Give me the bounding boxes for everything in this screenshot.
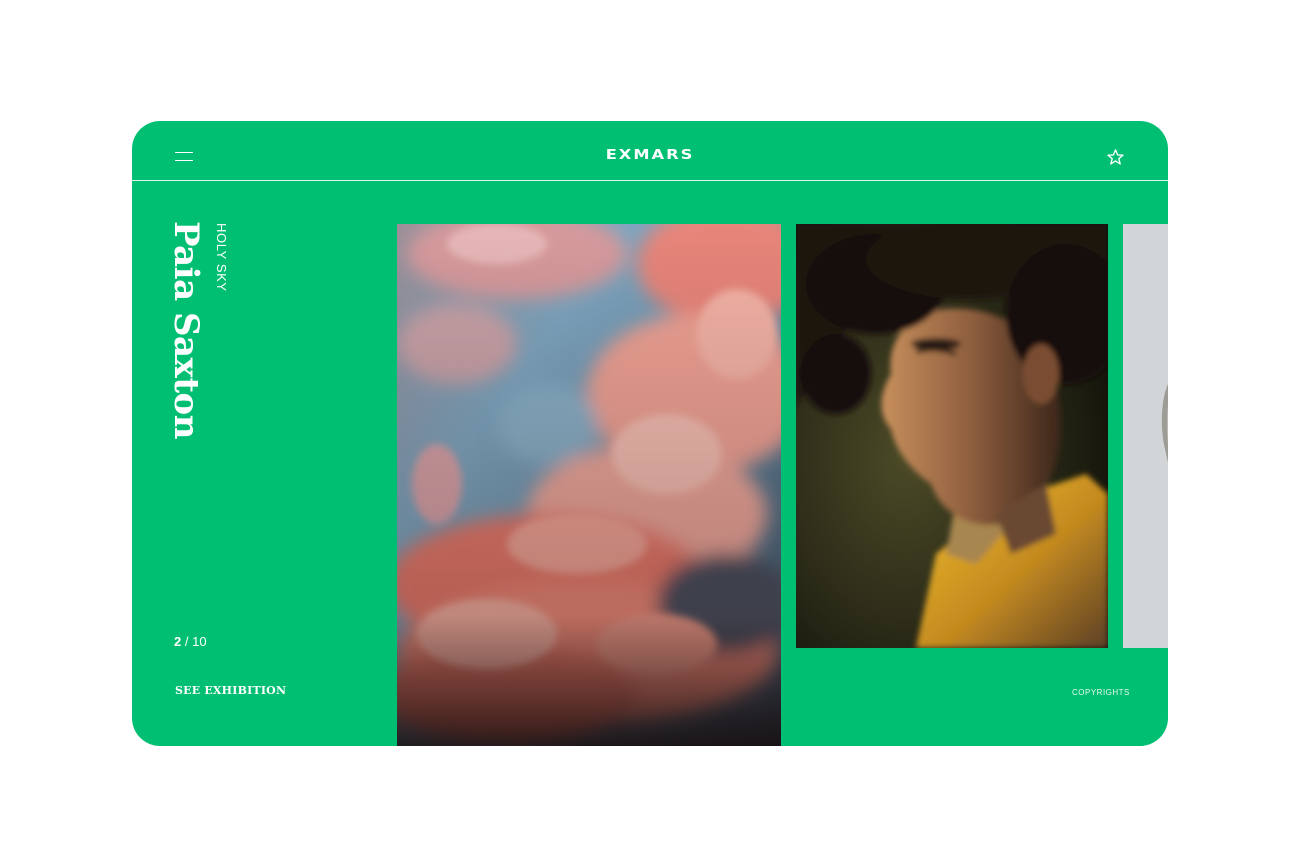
brand-logo[interactable]: EXMARS (132, 149, 1168, 163)
gallery-image-portrait[interactable] (796, 224, 1108, 648)
gallery-image-clouds[interactable] (397, 224, 781, 746)
pink-clouds-sky-photo (397, 224, 781, 746)
counter-separator: / (184, 634, 189, 649)
slide-counter: 2 / 10 (174, 634, 207, 650)
artist-name: Paia Saxton (166, 221, 206, 439)
sculpture-partial-photo (1123, 224, 1168, 648)
copyright-text: COPYRIGHTS (1072, 688, 1130, 697)
young-man-portrait-photo (796, 224, 1108, 648)
total-slides-number: 10 (192, 634, 207, 649)
top-bar: EXMARS (132, 121, 1168, 181)
gallery-image-sculpture[interactable] (1123, 224, 1168, 648)
current-slide-number: 2 (174, 634, 182, 649)
exhibition-card: EXMARS HOLY SKY Paia Saxton 2 / 10 SEE E… (132, 121, 1168, 746)
exhibition-subtitle: HOLY SKY (214, 223, 229, 292)
star-icon[interactable] (1106, 148, 1125, 166)
see-exhibition-link[interactable]: SEE EXHIBITION (175, 684, 286, 698)
